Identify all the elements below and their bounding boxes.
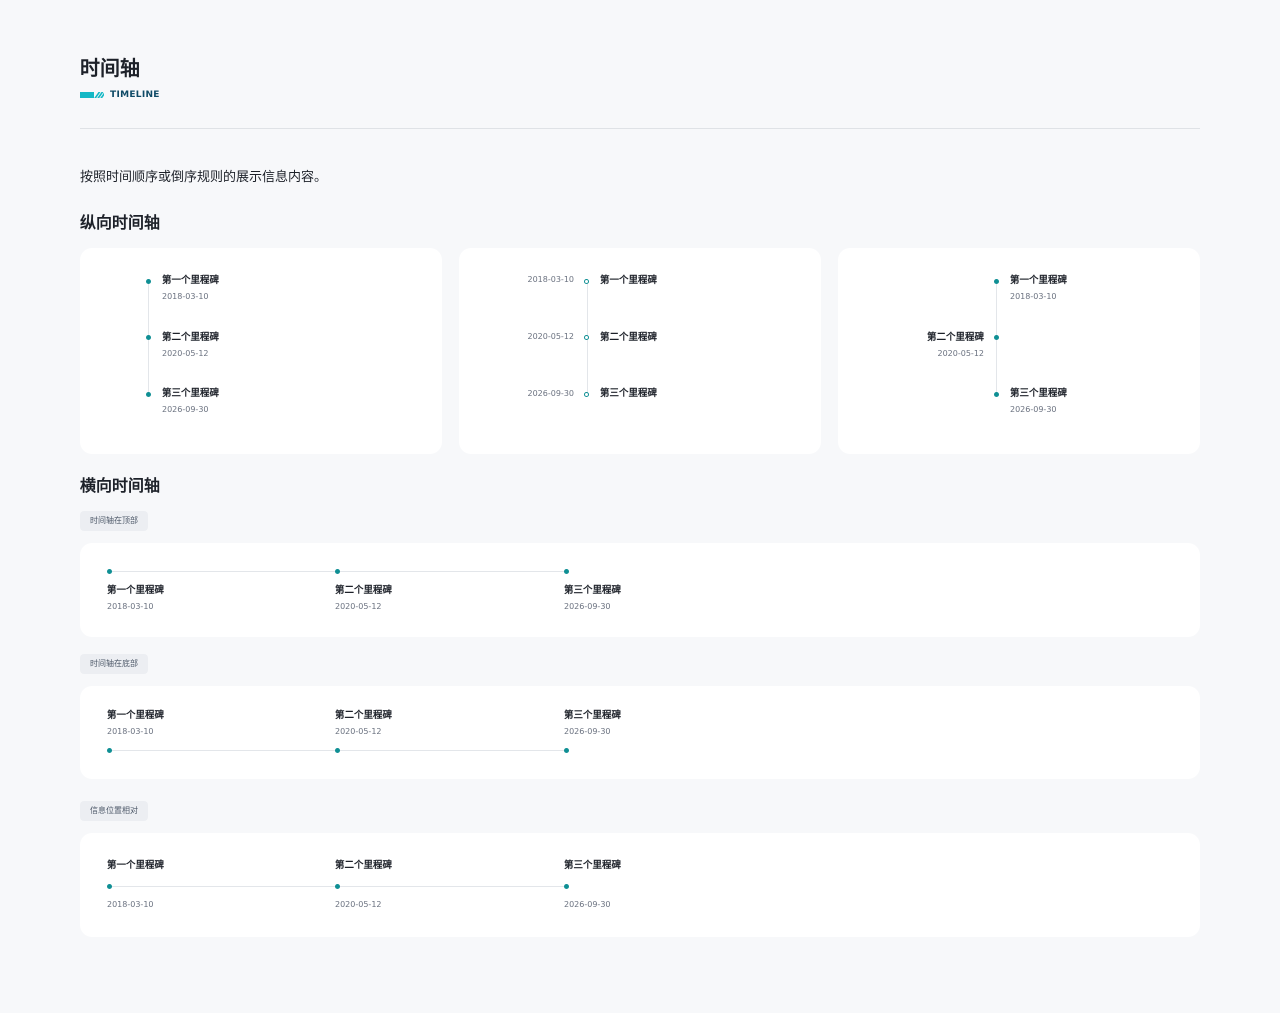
milestone-dot bbox=[584, 392, 589, 397]
milestone-date: 2018-03-10 bbox=[107, 727, 154, 736]
milestone-dot bbox=[335, 748, 340, 753]
page-title: 时间轴 bbox=[80, 56, 140, 80]
milestone-date: 2020-05-12 bbox=[527, 332, 575, 341]
milestone-dot bbox=[146, 335, 151, 340]
milestone-title: 第二个里程碑 bbox=[600, 332, 658, 343]
subtitle-row: TIMELINE bbox=[80, 90, 160, 100]
milestone-dot bbox=[584, 279, 589, 284]
milestone-title: 第二个里程碑 bbox=[926, 332, 984, 343]
milestone-dot bbox=[994, 335, 999, 340]
tag-axis-top: 时间轴在顶部 bbox=[80, 511, 148, 531]
milestone-dot bbox=[107, 884, 112, 889]
tag-alternate: 信息位置相对 bbox=[80, 801, 148, 821]
milestone-date: 2020-05-12 bbox=[335, 727, 382, 736]
milestone-date: 2020-05-12 bbox=[162, 349, 209, 358]
milestone-date: 2018-03-10 bbox=[107, 900, 154, 909]
vertical-section-title: 纵向时间轴 bbox=[80, 213, 161, 232]
milestone-dot bbox=[994, 392, 999, 397]
milestone-title: 第三个里程碑 bbox=[564, 585, 622, 596]
milestone-dot bbox=[107, 569, 112, 574]
milestone-date: 2018-03-10 bbox=[527, 275, 575, 284]
milestone-title: 第三个里程碑 bbox=[162, 388, 220, 399]
milestone-dot bbox=[335, 569, 340, 574]
milestone-dot bbox=[994, 279, 999, 284]
milestone-title: 第三个里程碑 bbox=[564, 860, 622, 871]
milestone-dot bbox=[335, 884, 340, 889]
milestone-date: 2018-03-10 bbox=[107, 602, 154, 611]
horizontal-top-card: 第一个里程碑 2018-03-10 第二个里程碑 2020-05-12 第三个里… bbox=[80, 543, 1200, 637]
milestone-title: 第三个里程碑 bbox=[600, 388, 658, 399]
stripe-decoration-icon bbox=[80, 92, 104, 98]
milestone-title: 第一个里程碑 bbox=[107, 585, 165, 596]
milestone-date: 2020-05-12 bbox=[335, 900, 382, 909]
milestone-dot bbox=[584, 335, 589, 340]
milestone-title: 第一个里程碑 bbox=[600, 275, 658, 286]
milestone-date: 2026-09-30 bbox=[564, 727, 611, 736]
milestone-dot bbox=[146, 392, 151, 397]
milestone-date: 2018-03-10 bbox=[162, 292, 209, 301]
page-subtitle: TIMELINE bbox=[110, 90, 160, 100]
milestone-date: 2026-09-30 bbox=[527, 389, 575, 398]
milestone-date: 2020-05-12 bbox=[335, 602, 382, 611]
milestone-title: 第一个里程碑 bbox=[107, 710, 165, 721]
horizontal-alternate-card: 第一个里程碑 第二个里程碑 第三个里程碑 2018-03-10 2020-05-… bbox=[80, 833, 1200, 937]
milestone-title: 第二个里程碑 bbox=[162, 332, 220, 343]
milestone-title: 第二个里程碑 bbox=[335, 860, 393, 871]
intro-text: 按照时间顺序或倒序规则的展示信息内容。 bbox=[80, 170, 328, 185]
milestone-title: 第三个里程碑 bbox=[1010, 388, 1068, 399]
milestone-dot bbox=[564, 748, 569, 753]
horizontal-section-title: 横向时间轴 bbox=[80, 476, 161, 495]
milestone-title: 第一个里程碑 bbox=[162, 275, 220, 286]
milestone-title: 第一个里程碑 bbox=[1010, 275, 1068, 286]
tag-axis-bottom: 时间轴在底部 bbox=[80, 654, 148, 674]
milestone-date: 2020-05-12 bbox=[937, 349, 985, 358]
vertical-left-card: 第一个里程碑 2018-03-10 第二个里程碑 2020-05-12 第三个里… bbox=[80, 248, 442, 454]
milestone-date: 2026-09-30 bbox=[162, 405, 209, 414]
milestone-dot bbox=[146, 279, 151, 284]
milestone-title: 第二个里程碑 bbox=[335, 710, 393, 721]
milestone-date: 2018-03-10 bbox=[1010, 292, 1057, 301]
milestone-title: 第三个里程碑 bbox=[564, 710, 622, 721]
milestone-date: 2026-09-30 bbox=[564, 900, 611, 909]
milestone-title: 第一个里程碑 bbox=[107, 860, 165, 871]
milestone-dot bbox=[564, 569, 569, 574]
milestone-dot bbox=[107, 748, 112, 753]
horizontal-bottom-card: 第一个里程碑 2018-03-10 第二个里程碑 2020-05-12 第三个里… bbox=[80, 686, 1200, 779]
header-divider bbox=[80, 128, 1200, 129]
vertical-split-card: 2018-03-10 第一个里程碑 2020-05-12 第二个里程碑 2026… bbox=[459, 248, 821, 454]
milestone-dot bbox=[564, 884, 569, 889]
milestone-title: 第二个里程碑 bbox=[335, 585, 393, 596]
vertical-alternate-card: 第一个里程碑 2018-03-10 第二个里程碑 2020-05-12 第三个里… bbox=[838, 248, 1200, 454]
milestone-date: 2026-09-30 bbox=[1010, 405, 1057, 414]
milestone-date: 2026-09-30 bbox=[564, 602, 611, 611]
